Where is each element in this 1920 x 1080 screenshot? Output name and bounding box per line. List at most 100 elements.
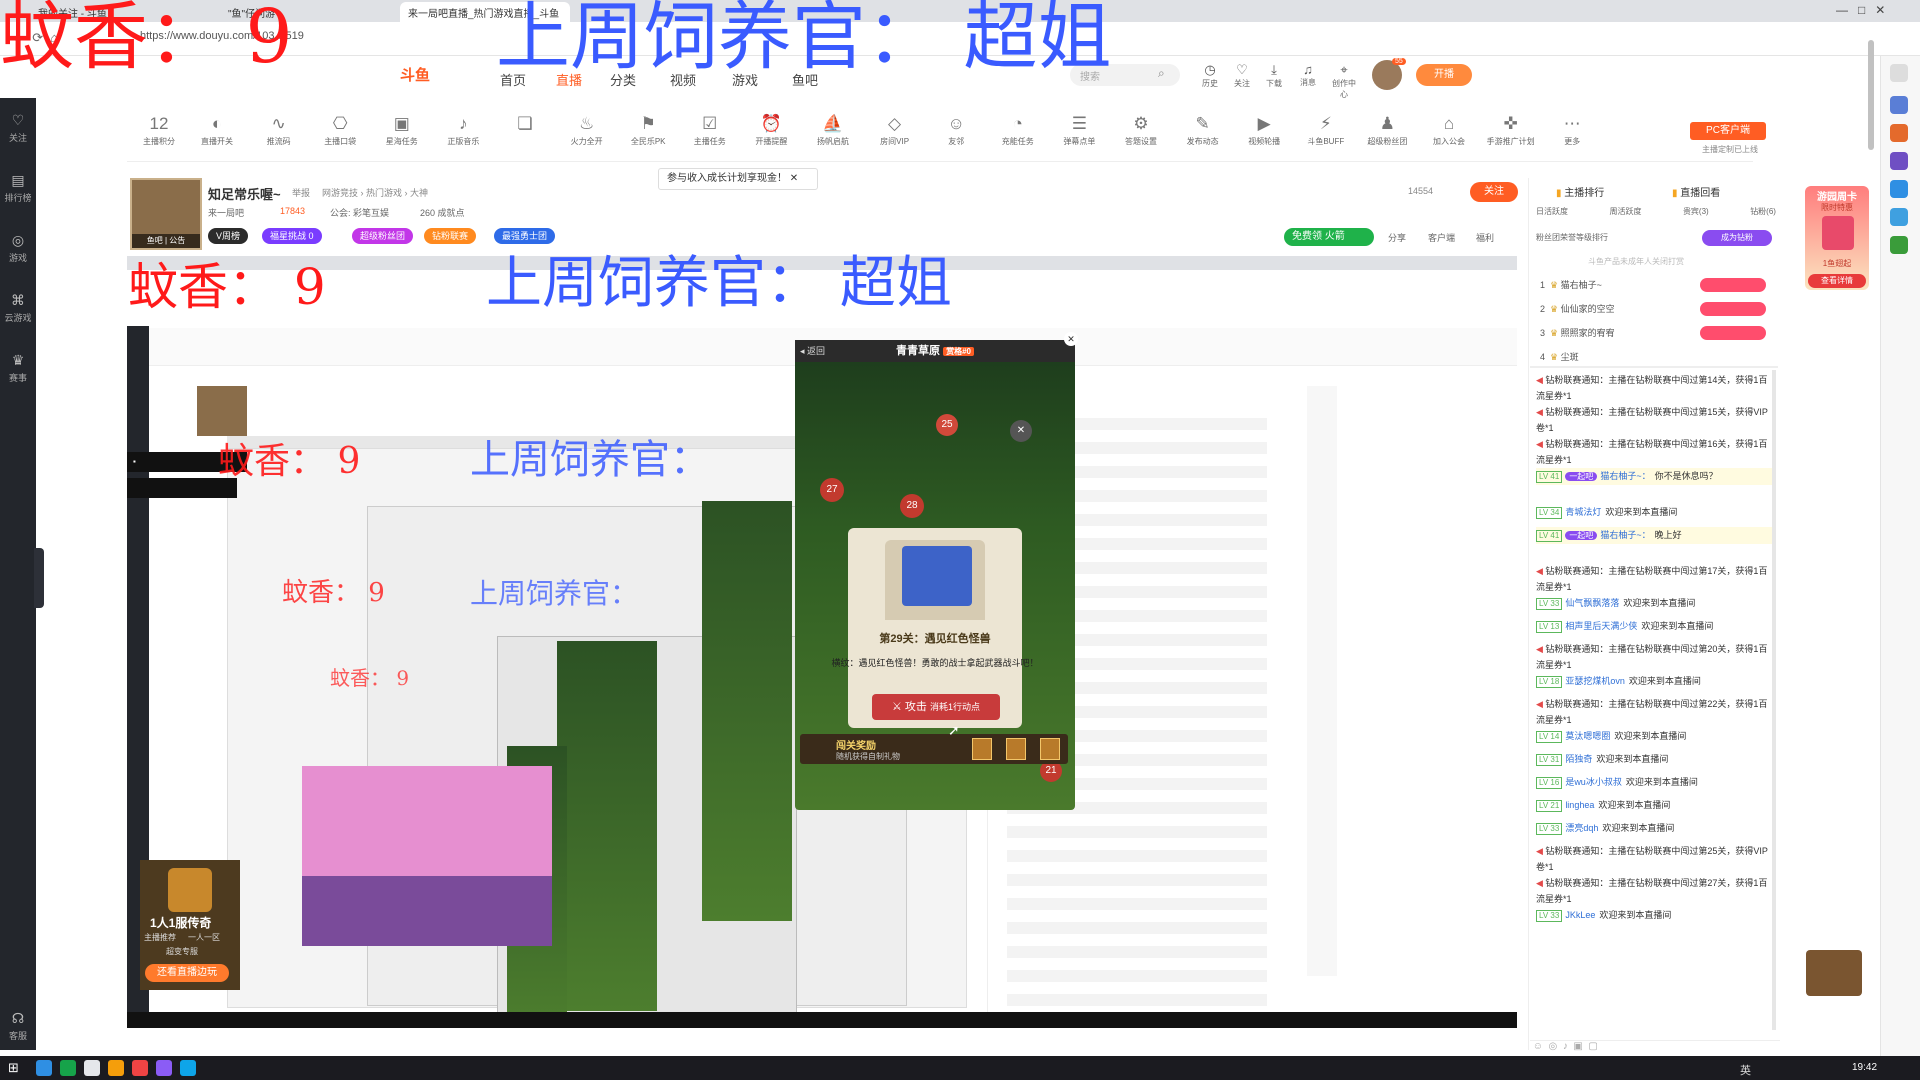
history-button[interactable]: ◷ 历史 bbox=[1196, 62, 1224, 89]
tab-anchor-rank[interactable]: ▮ 主播排行 bbox=[1556, 184, 1604, 199]
tool-vip[interactable]: ◇ 房间VIP bbox=[870, 114, 920, 147]
taskbar-app-icon[interactable] bbox=[36, 1060, 52, 1076]
badge-fuxing[interactable]: 福星挑战 0 bbox=[262, 228, 322, 244]
tool-task[interactable]: ☑ 主播任务 bbox=[685, 114, 735, 147]
tool-controller[interactable]: ✜ 手游推广计划 bbox=[1486, 114, 1536, 147]
reward-chest-icon[interactable] bbox=[1006, 738, 1026, 760]
game-back-button[interactable]: ◂ 返回 bbox=[800, 344, 825, 357]
battle-badge-icon[interactable] bbox=[1806, 950, 1862, 996]
chat-username[interactable]: 猫右柚子~： bbox=[1600, 530, 1650, 540]
tool-music[interactable]: ♪ 正版音乐 bbox=[438, 114, 488, 147]
reward-chest-icon[interactable] bbox=[1040, 738, 1060, 760]
taskbar-app-icon[interactable] bbox=[108, 1060, 124, 1076]
chat-username[interactable]: 相声里后天满少侠 bbox=[1565, 621, 1637, 631]
badge-warriors[interactable]: 最强勇士团 bbox=[494, 228, 556, 244]
attack-button[interactable]: ⚔ 攻击 消耗1行动点 bbox=[872, 694, 1000, 720]
search-icon[interactable]: ⌕ bbox=[1158, 66, 1165, 81]
tool-gift[interactable]: ❏ bbox=[500, 114, 550, 136]
follow-button[interactable]: 关注 bbox=[1470, 182, 1518, 202]
subtab-weekly[interactable]: 周活跃度 bbox=[1609, 206, 1641, 217]
page-scrollbar[interactable] bbox=[1868, 40, 1874, 150]
tool-more[interactable]: ⋯ 更多 bbox=[1547, 114, 1597, 147]
close-icon[interactable]: ✕ bbox=[790, 173, 798, 184]
sidebar-item-cloud-game[interactable]: ⌘ 云游戏 bbox=[0, 292, 36, 324]
ime-indicator[interactable]: 英 bbox=[1740, 1062, 1751, 1078]
map-node[interactable]: 28 bbox=[900, 494, 924, 518]
free-rocket-button[interactable]: 免费领 火箭 bbox=[1284, 228, 1374, 246]
tool-guild[interactable]: ⌂ 加入公会 bbox=[1424, 114, 1474, 147]
tool-order[interactable]: ☰ 弹幕点单 bbox=[1054, 114, 1104, 147]
subtab-diamond[interactable]: 钻粉(6) bbox=[1750, 206, 1776, 217]
tool-alarm[interactable]: ⏰ 开播提醒 bbox=[746, 114, 796, 147]
tool-sail[interactable]: ⛵ 扬帆启航 bbox=[808, 114, 858, 147]
pc-client-button[interactable]: PC客户端 bbox=[1690, 122, 1766, 140]
game-ad-cta[interactable]: 还看直播边玩 bbox=[145, 964, 229, 982]
tool-pk[interactable]: ⚑ 全民乐PK bbox=[623, 114, 673, 147]
sidebar-item-follow[interactable]: ♡ 关注 bbox=[0, 112, 36, 144]
chat-username[interactable]: 青城法灯 bbox=[1565, 507, 1601, 517]
windows-start-icon[interactable]: ⊞ bbox=[8, 1060, 19, 1076]
reward-chest-icon[interactable] bbox=[972, 738, 992, 760]
chat-username[interactable]: linghea bbox=[1565, 800, 1594, 810]
chat-username[interactable]: 仙气飘飘落落 bbox=[1565, 598, 1619, 608]
rank-row[interactable]: 3 ♛ 照照家的宥宥 bbox=[1540, 326, 1615, 344]
download-button[interactable]: ⤓ 下载 bbox=[1260, 62, 1288, 89]
outlook-icon[interactable] bbox=[1890, 180, 1908, 198]
extension-icon[interactable] bbox=[1890, 96, 1908, 114]
tool-wave[interactable]: ∿ 推流码 bbox=[254, 114, 304, 147]
tool-edit[interactable]: ✎ 发布动态 bbox=[1178, 114, 1228, 147]
tool-fire[interactable]: ♨ 火力全开 bbox=[562, 114, 612, 147]
chat-username[interactable]: 莫汰嗯嗯圈 bbox=[1565, 731, 1610, 741]
sidebar-item-esports[interactable]: ♛ 赛事 bbox=[0, 352, 36, 384]
message-button[interactable]: ♫ 消息 bbox=[1294, 62, 1322, 88]
badge-diamond[interactable]: 钻粉联赛 bbox=[424, 228, 477, 244]
tool-quiz[interactable]: ⚙ 答题设置 bbox=[1116, 114, 1166, 147]
chat-username[interactable]: JKkLee bbox=[1565, 910, 1595, 920]
tab-replay[interactable]: ▮ 直播回看 bbox=[1672, 184, 1720, 199]
share-button[interactable]: 分享 bbox=[1388, 231, 1406, 244]
tool-points[interactable]: 12 主播积分 bbox=[134, 114, 184, 147]
tool-video[interactable]: ▶ 视频轮播 bbox=[1239, 114, 1289, 147]
close-icon[interactable]: ✕ bbox=[1064, 332, 1078, 346]
tool-fan[interactable]: ♟ 超级粉丝团 bbox=[1362, 114, 1412, 147]
welfare-button[interactable]: 福利 bbox=[1476, 231, 1494, 244]
subtab-daily[interactable]: 日活跃度 bbox=[1536, 206, 1568, 217]
chat-username[interactable]: 是wu冰小叔叔 bbox=[1565, 777, 1622, 787]
send-icon[interactable] bbox=[1890, 208, 1908, 226]
rank-row[interactable]: 2 ♛ 仙仙家的空空 bbox=[1540, 302, 1615, 320]
sidebar-item-rank[interactable]: ▤ 排行榜 bbox=[0, 172, 36, 204]
map-node[interactable]: 25 bbox=[936, 414, 958, 436]
tool-ad[interactable]: ▣ 星海任务 bbox=[377, 114, 427, 147]
tool-toggle[interactable]: ◐ 直播开关 bbox=[192, 114, 242, 147]
chat-username[interactable]: 陌独奇 bbox=[1565, 754, 1592, 764]
window-controls-icon[interactable]: — □ ✕ bbox=[1836, 3, 1885, 17]
sidebar-collapse-handle[interactable] bbox=[34, 548, 44, 608]
taskbar-app-icon[interactable] bbox=[132, 1060, 148, 1076]
sidebar-item-game[interactable]: ◎ 游戏 bbox=[0, 232, 36, 264]
badge-vweek[interactable]: V周榜 bbox=[208, 228, 249, 244]
search-icon[interactable] bbox=[1890, 64, 1908, 82]
tool-energy[interactable]: ◔ 充能任务 bbox=[993, 114, 1043, 147]
report-link[interactable]: 举报 bbox=[292, 186, 310, 199]
creator-center-button[interactable]: ⌖ 创作中心 bbox=[1330, 62, 1358, 100]
chat-username[interactable]: 漂亮dqh bbox=[1565, 823, 1598, 833]
tool-buff[interactable]: ⚡ 斗鱼BUFF bbox=[1301, 114, 1351, 147]
tool-friends[interactable]: ☺ 友邻 bbox=[931, 114, 981, 147]
subtab-vip[interactable]: 贵宾(3) bbox=[1683, 206, 1709, 217]
client-button[interactable]: 客户端 bbox=[1428, 231, 1455, 244]
taskbar-app-icon[interactable] bbox=[60, 1060, 76, 1076]
taskbar-clock[interactable]: 19:42 bbox=[1852, 1062, 1877, 1073]
tools-icon[interactable] bbox=[1890, 124, 1908, 142]
map-node[interactable]: 27 bbox=[820, 478, 844, 502]
gift-card-cta[interactable]: 查看详情 bbox=[1808, 274, 1866, 288]
taskbar-app-icon[interactable] bbox=[156, 1060, 172, 1076]
taskbar-app-icon[interactable] bbox=[84, 1060, 100, 1076]
wallet-icon[interactable] bbox=[1890, 236, 1908, 254]
chat-username[interactable]: 猫右柚子~： bbox=[1600, 471, 1650, 481]
start-broadcast-button[interactable]: 开播 bbox=[1416, 64, 1472, 86]
tool-pocket[interactable]: ⎔ 主播口袋 bbox=[315, 114, 365, 147]
join-diamond-button[interactable]: 成为钻粉 bbox=[1702, 230, 1772, 246]
category-breadcrumb[interactable]: 网游竞技 › 热门游戏 › 大神 bbox=[322, 186, 428, 199]
taskbar-app-icon[interactable] bbox=[180, 1060, 196, 1076]
chat-scrollbar[interactable] bbox=[1772, 370, 1776, 1030]
